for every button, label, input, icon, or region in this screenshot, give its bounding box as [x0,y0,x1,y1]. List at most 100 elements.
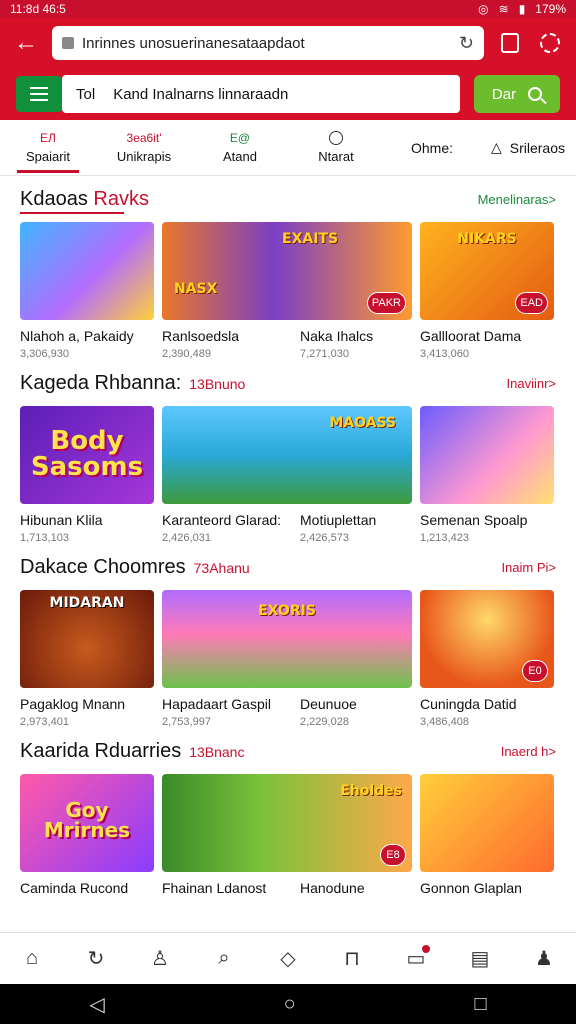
tabs-icon [501,33,519,53]
tab-srileraos[interactable]: △ Srileraos [480,120,576,175]
battery-level: 179% [535,2,566,16]
tab-icon: ЕЛ [40,131,56,145]
see-more-link[interactable]: Inaviinr> [507,376,557,391]
game-title: Gallloorat Dama [420,328,522,344]
search-icon [528,87,543,101]
game-thumbnail [420,774,554,872]
game-card[interactable]: Goy Mrirnes Caminda Rucond [20,774,154,896]
system-navigation: ◁ ○ □ [0,984,576,1024]
section-title: Kageda Rhbanna: 13Bnuno [20,371,246,394]
game-title: Hapadaart Gaspil [162,696,271,712]
tab-label: Ohme: [410,139,453,156]
game-title: Pagaklog Mnann [20,696,126,712]
shirt-icon[interactable]: ♙ [140,939,180,979]
car-icon[interactable]: ⊓ [332,939,372,979]
game-thumbnail: Goy Mrirnes [20,774,154,872]
game-plays: 3,413,060 [420,348,469,360]
game-card[interactable]: Eholdes E8 Fhainan Ldanost Hanodune [162,774,412,896]
game-card[interactable]: Body Sasoms Hibunan Klila 1,713,103 [20,406,154,544]
game-title: Ranlsoedsla [162,328,240,344]
game-card[interactable]: Semenan Spoalp 1,213,423 [420,406,554,544]
tab-label: Spaiarit [25,149,71,164]
refresh-icon[interactable]: ↻ [76,939,116,979]
shield-icon[interactable]: ◇ [268,939,308,979]
game-title: Cuningda Datid [420,696,517,712]
game-card[interactable]: E0 Cuningda Datid 3,486,408 [420,590,554,728]
game-title: Naka Ihalcs [300,328,374,344]
bottom-navigation: ⌂ ↻ ♙ ⌕ ◇ ⊓ ▭ ▤ ♟ [0,932,576,984]
menu-button[interactable] [536,29,564,57]
game-card[interactable]: MIDARAN Pagaklog Mnann 2,973,401 [20,590,154,728]
wifi-icon: ≋ [498,2,509,16]
title-underline [20,212,124,214]
game-card[interactable]: Nlahoh a, Pakaidy 3,306,930 [20,222,154,360]
game-card[interactable]: NASX EXAITS PAKR Ranlsoedsla Naka Ihalcs… [162,222,412,360]
tab-spaiarit[interactable]: ЕЛ Spaiarit [0,120,96,175]
signal-icon: ▮ [518,2,526,16]
status-bar: 11:8d 46:5 ◎ ≋ ▮ 179% [0,0,576,18]
section-title: Kaarida Rduarries 13Bnanc [20,739,245,762]
hamburger-menu-button[interactable] [16,76,62,112]
system-home-icon[interactable]: ○ [284,993,296,1016]
lock-icon [62,37,74,49]
game-title: Fhainan Ldanost [162,880,267,896]
category-tabs: ЕЛ Spaiarit 3ea6it' Unikrapis E@ Atand N… [0,120,576,176]
game-card[interactable]: NIKARS EAD Gallloorat Dama 3,413,060 [420,222,554,360]
game-plays: 3,486,408 [420,716,469,728]
search-icon[interactable]: ⌕ [204,939,244,979]
url-bar[interactable]: Inrinnes unosuerinanesataapdaot ↻ [52,26,484,60]
game-card[interactable]: Gonnon Glaplan [420,774,554,896]
game-thumbnail: NASX EXAITS PAKR [162,222,412,320]
tab-icon: E@ [229,131,251,145]
game-thumbnail: MAOASS [162,406,412,504]
game-card[interactable]: MAOASS Karanteord Glarad: Motiuplettan 2… [162,406,412,544]
system-recents-icon[interactable]: □ [474,993,486,1016]
clock: 11:8d 46:5 [10,2,66,16]
game-plays: 2,426,031 [162,532,211,544]
bookmark-icon[interactable]: ▭ [396,939,436,979]
news-icon[interactable]: ▤ [460,939,500,979]
site-search-bar: Tol Kand Inalnarns linnaraadn Dar [0,68,576,120]
game-title: Nlahoh a, Pakaidy [20,328,134,344]
tab-atand[interactable]: E@ Atand [192,120,288,175]
search-button[interactable]: Dar [474,75,560,113]
game-plays: 2,753,997 [162,716,211,728]
game-plays: 3,306,930 [20,348,69,360]
back-arrow-icon[interactable]: ← [12,29,40,57]
game-thumbnail: NIKARS EAD [420,222,554,320]
tab-ntarat[interactable]: Ntarat [288,120,384,175]
search-button-label: Dar [491,85,517,103]
game-plays: 2,229,028 [300,716,349,728]
bell-icon: △ [490,139,502,155]
game-title: Semenan Spoalp [420,512,528,528]
tab-label: Ntarat [318,149,354,164]
tab-unikrapis[interactable]: 3ea6it' Unikrapis [96,120,192,175]
search-prefix: Tol [76,85,96,103]
see-more-link[interactable]: Menelinaras> [478,192,556,207]
tab-ohme[interactable]: Ohme: [384,120,480,175]
game-title: Caminda Rucond [20,880,129,896]
home-icon[interactable]: ⌂ [12,939,52,979]
game-thumbnail: E0 [420,590,554,688]
game-thumbnail: MIDARAN [20,590,154,688]
game-card[interactable]: EXORIS Hapadaart Gaspil Deunuoe 2,753,99… [162,590,412,728]
game-title: Motiuplettan [300,512,377,528]
reload-icon[interactable]: ↻ [459,33,474,54]
game-thumbnail [420,406,554,504]
search-input[interactable]: Tol Kand Inalnarns linnaraadn [62,75,460,113]
system-back-icon[interactable]: ◁ [89,992,104,1017]
see-more-link[interactable]: Inaerd h> [501,744,556,759]
tab-label: Srileraos [509,139,566,156]
rating-badge: E0 [522,660,548,682]
game-title: Karanteord Glarad: [162,512,282,528]
game-plays: 2,426,573 [300,532,349,544]
search-query: Kand Inalnarns linnaraadn [113,85,289,103]
tab-label: Atand [223,149,257,164]
alarm-icon: ◎ [478,2,489,16]
tabs-button[interactable] [496,29,524,57]
rating-badge: E8 [380,844,406,866]
game-plays: 1,713,103 [20,532,69,544]
profile-icon[interactable]: ♟ [524,939,564,979]
see-more-link[interactable]: Inaim Pi> [501,560,556,575]
rating-badge: EAD [515,292,548,314]
